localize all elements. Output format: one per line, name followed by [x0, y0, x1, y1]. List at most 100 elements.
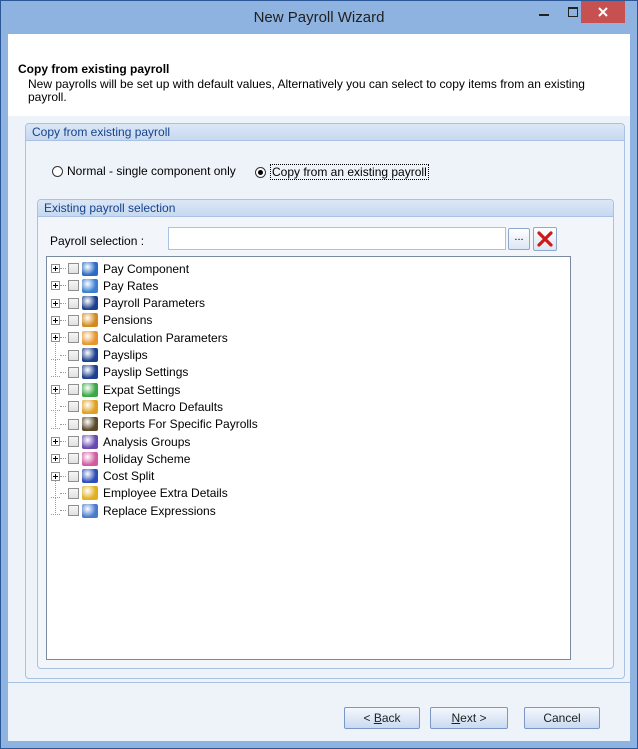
- maximize-icon: [568, 7, 578, 17]
- tree-item-label[interactable]: Payslip Settings: [103, 365, 188, 379]
- copy-radio[interactable]: [255, 166, 266, 178]
- back-rest: ack: [381, 711, 401, 725]
- tree-item-icon: [82, 365, 98, 380]
- tree-item-checkbox[interactable]: [68, 470, 79, 482]
- normal-radio[interactable]: [52, 165, 63, 177]
- tree-item-checkbox[interactable]: [68, 401, 79, 413]
- tree-item[interactable]: Payslip Settings: [47, 359, 188, 381]
- tree-item-label[interactable]: Expat Settings: [103, 383, 180, 397]
- tree-item-checkbox[interactable]: [68, 332, 79, 344]
- step-title: Copy from existing payroll: [18, 62, 170, 76]
- wizard-header: Copy from existing payroll New payrolls …: [8, 34, 630, 116]
- tree-item-label[interactable]: Calculation Parameters: [103, 331, 228, 345]
- tree-connector: [60, 389, 66, 391]
- tree-item-label[interactable]: Holiday Scheme: [103, 452, 190, 466]
- tree-item-label[interactable]: Analysis Groups: [103, 435, 190, 449]
- tree-item-checkbox[interactable]: [68, 280, 79, 292]
- tree-item-checkbox[interactable]: [68, 263, 79, 274]
- tree-connector: [60, 458, 66, 460]
- tree-item-label[interactable]: Replace Expressions: [103, 504, 216, 518]
- tree-item-checkbox[interactable]: [68, 436, 79, 447]
- title-bar[interactable]: New Payroll Wizard: [1, 1, 637, 34]
- payroll-selection-input[interactable]: [168, 227, 506, 250]
- tree-item-checkbox[interactable]: [68, 487, 79, 499]
- expand-icon[interactable]: [51, 298, 60, 308]
- normal-radio-option[interactable]: Normal - single component only: [52, 164, 236, 178]
- tree-item-label[interactable]: Report Macro Defaults: [103, 400, 223, 414]
- tree-item-icon: [82, 296, 98, 311]
- expand-icon[interactable]: [51, 264, 60, 273]
- tree-item-label[interactable]: Pay Component: [103, 262, 189, 276]
- back-mnemonic: B: [373, 711, 382, 725]
- cancel-button[interactable]: Cancel: [524, 707, 600, 729]
- tree-item-label[interactable]: Reports For Specific Payrolls: [103, 417, 258, 431]
- clear-button[interactable]: [533, 227, 557, 251]
- tree-connector: [60, 475, 66, 477]
- tree-item[interactable]: Replace Expressions: [47, 498, 216, 519]
- tree-item[interactable]: Holiday Scheme: [47, 450, 190, 467]
- tree-item-checkbox[interactable]: [68, 366, 79, 378]
- tree-connector: [60, 302, 66, 304]
- tree-item[interactable]: Reports For Specific Payrolls: [47, 411, 258, 433]
- tree-connector: [60, 371, 66, 373]
- expand-icon[interactable]: [51, 315, 60, 325]
- tree-item[interactable]: Pay Component: [47, 260, 189, 277]
- tree-item-icon: [82, 278, 98, 293]
- back-button[interactable]: < Back: [344, 707, 420, 729]
- expand-icon[interactable]: [51, 385, 60, 395]
- tree-item[interactable]: Analysis Groups: [47, 433, 190, 450]
- tree-item-label[interactable]: Payslips: [103, 348, 148, 362]
- tree-item-icon: [82, 417, 98, 432]
- expand-icon[interactable]: [51, 454, 60, 464]
- minimize-icon: [539, 14, 549, 16]
- expand-icon[interactable]: [51, 333, 60, 343]
- step-description: New payrolls will be set up with default…: [28, 77, 585, 104]
- copy-radio-label[interactable]: Copy from an existing payroll: [270, 164, 429, 180]
- copy-groupbox: Copy from existing payroll Normal - sing…: [25, 123, 625, 679]
- tree-item-checkbox[interactable]: [68, 505, 79, 517]
- tree-item-icon: [82, 382, 98, 397]
- wizard-client: Copy from existing payroll New payrolls …: [8, 34, 630, 741]
- tree-item-icon: [82, 486, 98, 501]
- copy-radio-option[interactable]: Copy from an existing payroll: [255, 164, 429, 180]
- tree-item-checkbox[interactable]: [68, 384, 79, 396]
- tree-item-checkbox[interactable]: [68, 349, 79, 361]
- tree-item-label[interactable]: Employee Extra Details: [103, 486, 228, 500]
- tree-item-checkbox[interactable]: [68, 453, 79, 465]
- tree-connector: [60, 319, 66, 321]
- tree-item-label[interactable]: Payroll Parameters: [103, 296, 205, 310]
- tree-item[interactable]: Employee Extra Details: [47, 480, 228, 502]
- tree-item[interactable]: Report Macro Defaults: [47, 394, 223, 415]
- tree-item-checkbox[interactable]: [68, 418, 79, 430]
- tree-item-label[interactable]: Pay Rates: [103, 279, 158, 293]
- tree-item[interactable]: Cost Split: [47, 468, 154, 485]
- expand-icon[interactable]: [51, 437, 60, 446]
- tree-item-label[interactable]: Cost Split: [103, 469, 154, 483]
- next-button[interactable]: Next >: [430, 707, 508, 729]
- expand-icon[interactable]: [51, 281, 60, 291]
- tree-item[interactable]: Calculation Parameters: [47, 329, 228, 346]
- expand-icon[interactable]: [51, 471, 60, 481]
- normal-radio-label[interactable]: Normal - single component only: [67, 164, 236, 178]
- tree-item-icon: [82, 451, 98, 466]
- tree-item[interactable]: Payroll Parameters: [47, 295, 205, 312]
- tree-item-checkbox[interactable]: [68, 314, 79, 326]
- tree-item[interactable]: Payslips: [47, 342, 148, 364]
- tree-item-icon: [82, 261, 98, 276]
- tree-item-icon: [82, 434, 98, 449]
- tree-item-label[interactable]: Pensions: [103, 313, 152, 327]
- tree-item-icon: [82, 503, 98, 518]
- tree-item-icon: [82, 348, 98, 362]
- tree-item[interactable]: Pensions: [47, 312, 152, 329]
- tree-item[interactable]: Pay Rates: [47, 277, 158, 294]
- close-button[interactable]: [581, 1, 625, 23]
- tree-item[interactable]: Expat Settings: [47, 381, 180, 398]
- tree-item-icon: [82, 330, 98, 345]
- browse-button[interactable]: ...: [508, 228, 530, 250]
- tree-connector: [60, 406, 66, 408]
- close-icon: [598, 7, 608, 17]
- minimize-button[interactable]: [533, 1, 555, 23]
- tree-connector: [60, 337, 66, 339]
- copy-items-tree[interactable]: Pay Component Pay Rates Payroll Parameters…: [46, 256, 571, 660]
- tree-item-checkbox[interactable]: [68, 297, 79, 309]
